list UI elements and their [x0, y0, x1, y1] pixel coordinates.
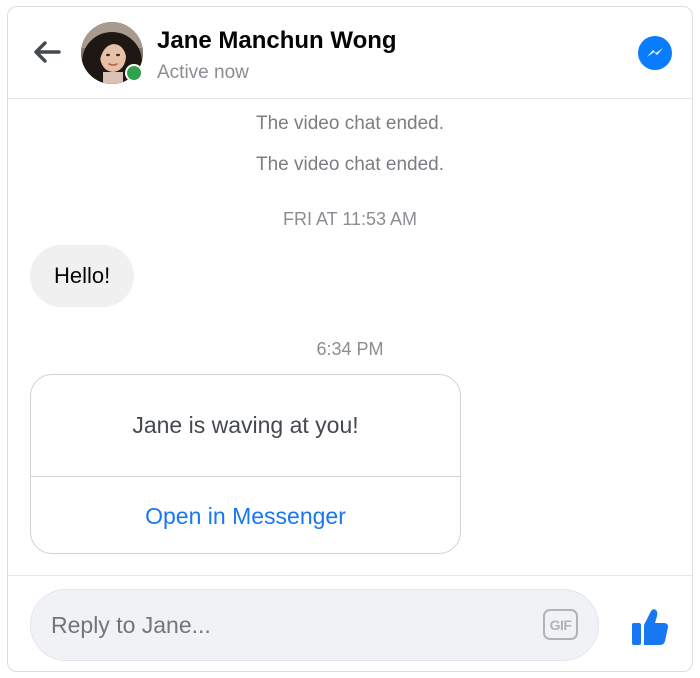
incoming-message-bubble[interactable]: Hello! [30, 245, 135, 307]
messenger-icon [647, 48, 663, 57]
arrow-left-icon [34, 41, 61, 63]
contact-name[interactable]: Jane Manchun Wong [157, 27, 397, 55]
system-message: The video chat ended. [255, 154, 445, 175]
chat-header: Jane Manchun Wong Active now [8, 7, 692, 99]
message-thread: The video chat ended. The video chat end… [8, 99, 692, 575]
reply-input[interactable] [51, 590, 521, 660]
like-button[interactable] [628, 605, 672, 649]
timestamp: 6:34 PM [316, 339, 384, 359]
contact-avatar[interactable] [81, 22, 143, 84]
thumbs-up-icon [632, 609, 668, 645]
wave-card: Jane is waving at you! Open in Messenger [30, 374, 461, 554]
timestamp: FRI AT 11:53 AM [282, 209, 418, 229]
active-status-dot [125, 64, 143, 82]
open-in-messenger-link[interactable]: Open in Messenger [31, 477, 460, 553]
chat-window: Jane Manchun Wong Active now The video c… [7, 6, 693, 672]
gif-button[interactable]: GIF [543, 609, 578, 640]
wave-card-title: Jane is waving at you! [31, 375, 460, 477]
open-messenger-button[interactable] [638, 36, 672, 70]
message-composer: GIF [8, 575, 692, 671]
system-message: The video chat ended. [255, 113, 445, 134]
back-button[interactable] [30, 35, 64, 69]
active-status-text: Active now [157, 62, 249, 83]
reply-field: GIF [30, 589, 599, 661]
